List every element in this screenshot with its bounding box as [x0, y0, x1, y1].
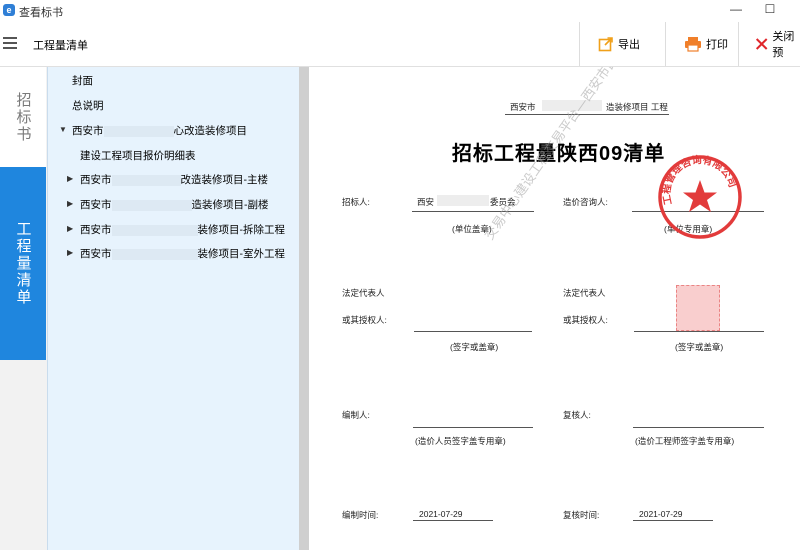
redacted-text [437, 195, 489, 206]
redacted-text [111, 199, 192, 211]
close-preview-label: 关闭预 [772, 31, 795, 59]
tree-item-demolition[interactable]: 西安市 装修项目-拆除工程 [80, 222, 285, 237]
sign-note: (签字或盖章) [450, 342, 499, 352]
legal-rep-underline-2 [634, 331, 764, 332]
authorized-label-2: 或其授权人: [563, 315, 608, 325]
header-underline [505, 114, 669, 115]
tree-item-annex-building[interactable]: 西安市 造装修项目-副楼 [80, 197, 269, 212]
tenderer-label: 招标人: [342, 197, 370, 207]
sign-note-2: (签字或盖章) [675, 342, 724, 352]
legal-rep-label: 法定代表人 [342, 288, 385, 298]
compiler-note: (造价人员签字盖专用章) [415, 436, 506, 446]
redacted-text [111, 174, 181, 186]
expand-right-icon[interactable]: ▶ [67, 248, 73, 257]
export-label: 导出 [618, 39, 640, 51]
redacted-text [111, 224, 198, 236]
toolbar-title: 工程量清单 [33, 40, 88, 52]
compile-time-underline [413, 520, 493, 521]
tree-item-overview[interactable]: 总说明 [72, 98, 104, 113]
company-seal: 工程管理咨询有限公司 [658, 153, 742, 239]
tree-item-quote-detail[interactable]: 建设工程项目报价明细表 [80, 148, 196, 163]
legal-rep-underline [414, 331, 532, 332]
maximize-button[interactable]: ☐ [756, 2, 784, 20]
export-icon [598, 37, 613, 52]
export-button[interactable]: 导出 [579, 22, 665, 66]
tenderer-value-left: 西安 [417, 197, 435, 207]
panel-divider[interactable] [299, 67, 309, 550]
tab-tender-document[interactable]: 招标书 [0, 67, 46, 167]
document-preview: 西安市 造装修项目 工程 招标工程量陕西09清单 招标人: 西安 委员会 (单位… [309, 67, 800, 550]
expand-right-icon[interactable]: ▶ [67, 199, 73, 208]
minimize-button[interactable]: — [722, 2, 750, 20]
left-nav: 招标书 工程量清单 [0, 67, 47, 550]
review-time-label: 复核时间: [563, 510, 600, 520]
compile-time-value: 2021-07-29 [419, 509, 463, 519]
redacted-text [103, 125, 174, 137]
title-bar: e 查看标书 — ☐ [0, 0, 800, 22]
reviewer-label: 复核人: [563, 410, 591, 420]
review-time-underline [633, 520, 713, 521]
close-icon [755, 38, 768, 50]
app-icon: e [3, 4, 15, 16]
compiler-underline [413, 427, 533, 428]
print-label: 打印 [706, 39, 728, 51]
legal-rep-label-2: 法定代表人 [563, 288, 606, 298]
menu-icon[interactable] [3, 37, 17, 49]
compiler-label: 编制人: [342, 410, 370, 420]
tree-item-project[interactable]: 西安市 心改造装修项目 [72, 123, 247, 138]
doc-header-left: 西安市 [510, 102, 536, 112]
expand-down-icon[interactable]: ▼ [59, 125, 67, 134]
tree-item-outdoor[interactable]: 西安市 装修项目-室外工程 [80, 246, 285, 261]
tab-bill-of-quantities[interactable]: 工程量清单 [0, 167, 46, 360]
toolbar: 工程量清单 导出 打印 关闭预 [0, 22, 800, 67]
redacted-text [111, 248, 198, 260]
print-button[interactable]: 打印 [665, 22, 738, 66]
expand-right-icon[interactable]: ▶ [67, 174, 73, 183]
compile-time-label: 编制时间: [342, 510, 379, 520]
signature-stamp [676, 285, 720, 331]
consultant-label: 造价咨询人: [563, 197, 608, 207]
expand-right-icon[interactable]: ▶ [67, 224, 73, 233]
window-title: 查看标书 [19, 7, 63, 19]
reviewer-note: (造价工程师签字盖专用章) [635, 436, 735, 446]
reviewer-underline [633, 427, 764, 428]
doc-header-right: 造装修项目 工程 [606, 102, 668, 112]
close-preview-button[interactable]: 关闭预 [738, 22, 800, 66]
tree-item-main-building[interactable]: 西安市 改造装修项目-主楼 [80, 172, 268, 187]
document-tree: 封面 总说明 ▼ 西安市 心改造装修项目 建设工程项目报价明细表 ▶ 西安市 改造装… [47, 67, 300, 550]
tree-item-cover[interactable]: 封面 [72, 73, 93, 88]
review-time-value: 2021-07-29 [639, 509, 683, 519]
authorized-label: 或其授权人: [342, 315, 387, 325]
printer-icon [685, 37, 701, 52]
